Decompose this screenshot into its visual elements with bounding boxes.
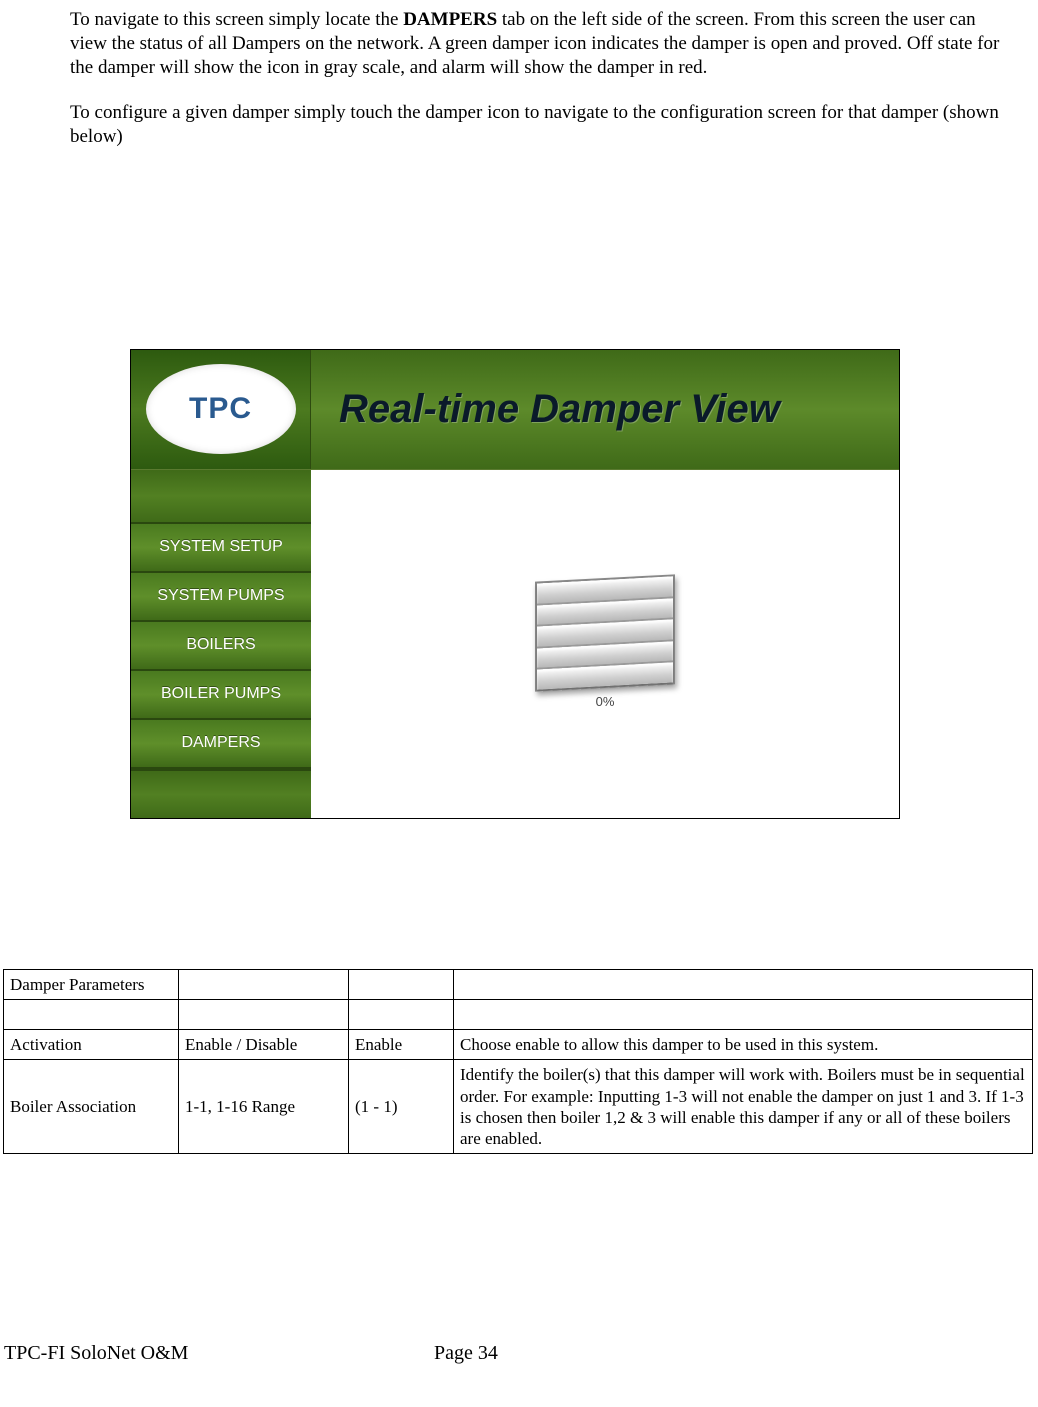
tab-boilers[interactable]: BOILERS bbox=[131, 622, 311, 671]
tab-dampers[interactable]: DAMPERS bbox=[131, 720, 311, 769]
sidebar-top-spacer bbox=[131, 470, 311, 524]
cell-default: (1 - 1) bbox=[349, 1060, 454, 1154]
sidebar: SYSTEM SETUP SYSTEM PUMPS BOILERS BOILER… bbox=[131, 470, 311, 818]
paragraph-1: To navigate to this screen simply locate… bbox=[70, 8, 1008, 79]
table-header: Damper Parameters bbox=[4, 969, 179, 999]
tab-boiler-pumps[interactable]: BOILER PUMPS bbox=[131, 671, 311, 720]
table-row-boiler-assoc: Boiler Association 1-1, 1-16 Range (1 - … bbox=[4, 1060, 1033, 1154]
sidebar-bottom-spacer bbox=[131, 769, 311, 818]
cell-desc: Identify the boiler(s) that this damper … bbox=[454, 1060, 1033, 1154]
cell-name: Activation bbox=[4, 1030, 179, 1060]
dampers-bold: DAMPERS bbox=[403, 9, 497, 30]
cell-range: 1-1, 1-16 Range bbox=[179, 1060, 349, 1154]
screenshot-body: SYSTEM SETUP SYSTEM PUMPS BOILERS BOILER… bbox=[131, 470, 899, 818]
paragraph-2: To configure a given damper simply touch… bbox=[70, 101, 1008, 149]
table-header-row: Damper Parameters bbox=[4, 969, 1033, 999]
tpc-logo: TPC bbox=[146, 364, 296, 454]
para1-pre: To navigate to this screen simply locate… bbox=[70, 9, 403, 30]
footer-doc-title: TPC-FI SoloNet O&M bbox=[4, 1342, 188, 1365]
table-row-activation: Activation Enable / Disable Enable Choos… bbox=[4, 1030, 1033, 1060]
page-footer: TPC-FI SoloNet O&M Page 34 bbox=[4, 1342, 1034, 1365]
table-blank-row bbox=[4, 1000, 1033, 1030]
screenshot-header: TPC Real-time Damper View bbox=[131, 350, 899, 470]
damper-view-screenshot: TPC Real-time Damper View SYSTEM SETUP S… bbox=[130, 349, 900, 819]
cell-default: Enable bbox=[349, 1030, 454, 1060]
footer-page-number: Page 34 bbox=[434, 1342, 498, 1365]
screenshot-title: Real-time Damper View bbox=[339, 387, 780, 432]
logo-cell: TPC bbox=[131, 350, 311, 469]
cell-name: Boiler Association bbox=[4, 1060, 179, 1154]
damper-device[interactable]: 0% bbox=[535, 578, 675, 709]
tab-system-setup[interactable]: SYSTEM SETUP bbox=[131, 524, 311, 573]
logo-text: TPC bbox=[189, 392, 252, 426]
damper-icon bbox=[535, 575, 675, 692]
damper-percent: 0% bbox=[535, 694, 675, 709]
cell-range: Enable / Disable bbox=[179, 1030, 349, 1060]
title-cell: Real-time Damper View bbox=[311, 350, 899, 469]
damper-parameters-table: Damper Parameters Activation Enable / Di… bbox=[3, 969, 1033, 1155]
cell-desc: Choose enable to allow this damper to be… bbox=[454, 1030, 1033, 1060]
screenshot-main: 0% bbox=[311, 470, 899, 818]
tab-system-pumps[interactable]: SYSTEM PUMPS bbox=[131, 573, 311, 622]
